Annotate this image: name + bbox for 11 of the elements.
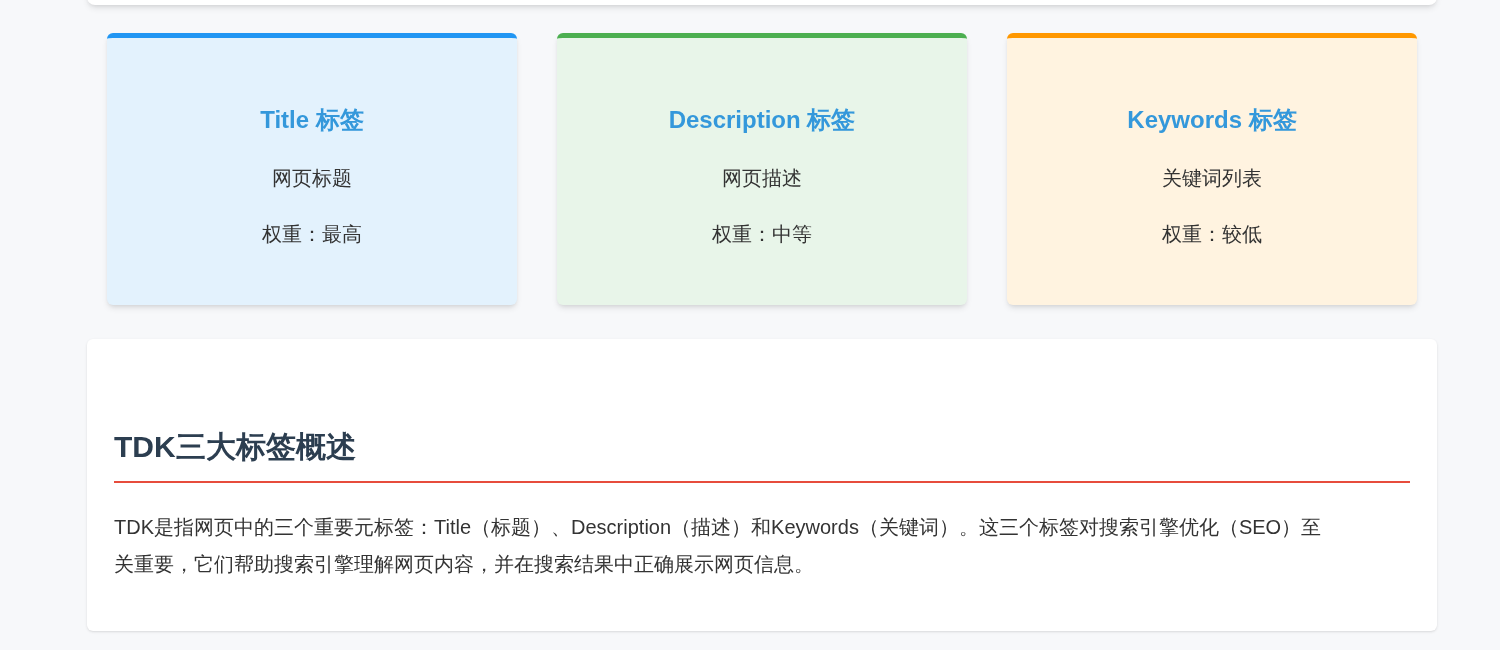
card-title: Keywords 标签 [1127,105,1297,135]
card-description: 关键词列表 [1162,166,1262,191]
card-title: Description 标签 [668,105,856,135]
card-title: Title 标签 [260,105,364,135]
card-description: 网页描述 [722,166,802,191]
card-weight: 权重：中等 [712,222,812,247]
section-heading: TDK三大标签概述 [114,425,1410,483]
card-description: 网页标题 [272,166,352,191]
card-weight: 权重：较低 [1162,222,1262,247]
overview-paragraph: TDK是指网页中的三个重要元标签：Title（标题）、Description（描述）和Keywords（关键词）。这三个标签对搜索引擎优化（SEO）至关重要，它们帮助搜索引擎理解网页内容，并在搜索结果中正确展示网页信息。 [114,515,1323,577]
card-weight: 权重：最高 [262,222,362,247]
